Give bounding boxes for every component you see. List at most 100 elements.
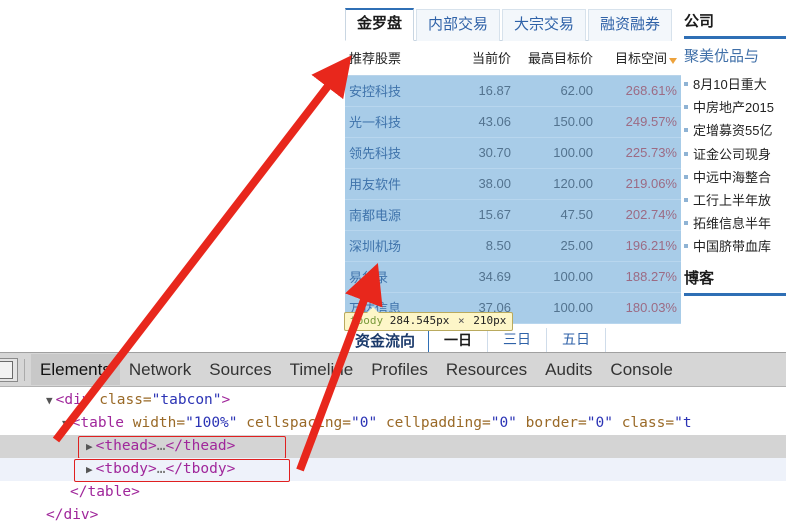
cell-stock-name[interactable]: 易华录 — [345, 261, 441, 293]
table-attr-border-value: "0" — [586, 415, 613, 431]
web-page-area: 金罗盘 内部交易 大宗交易 融资融券 推荐股票 当前价 最高目标价 目标空间 安… — [0, 0, 786, 352]
sidebar-news-item-label: 定增募资55亿 — [693, 123, 773, 139]
dom-line-thead[interactable]: ▶ <thead>…</thead> — [0, 435, 786, 459]
tab-rongzirongquan[interactable]: 融资融券 — [588, 9, 673, 41]
thead-highlight-box — [78, 436, 286, 459]
size-tooltip-height: 210px — [473, 314, 507, 327]
table-tag-open: <table — [71, 415, 133, 431]
column-header-target-price[interactable]: 最高目标价 — [515, 41, 597, 76]
cell-stock-name[interactable]: 用友软件 — [345, 168, 441, 200]
cell-target-price: 120.00 — [515, 168, 597, 200]
cell-current-price: 43.06 — [441, 106, 515, 138]
flow-tab-one-day[interactable]: 一日 — [428, 328, 489, 352]
dom-line-div-open[interactable]: ▼ <div class="tabcon"> — [0, 389, 786, 412]
sidebar-divider-2 — [684, 292, 786, 296]
table-row[interactable]: 南都电源 15.67 47.50 202.74% — [345, 199, 681, 231]
sidebar-news-item-label: 中远中海整合 — [693, 169, 772, 185]
twisty-expanded-icon[interactable]: ▼ — [46, 394, 53, 407]
column-header-price[interactable]: 当前价 — [441, 41, 515, 76]
sidebar-news-item[interactable]: 中房地产2015 — [684, 96, 786, 119]
fund-flow-title: 资金流向 — [355, 333, 416, 350]
recommended-stocks-table: 推荐股票 当前价 最高目标价 目标空间 安控科技 16.87 62.00 268.61… — [345, 41, 681, 324]
devtools-tab-elements[interactable]: Elements — [31, 354, 120, 385]
sidebar-news-item[interactable]: 拓维信息半年 — [684, 212, 786, 235]
devtools-tab-resources[interactable]: Resources — [437, 354, 536, 385]
sidebar-news-item[interactable]: 中远中海整合 — [684, 166, 786, 189]
cell-target-space: 196.21% — [597, 230, 681, 262]
cell-target-space: 219.06% — [597, 168, 681, 200]
flow-tab-three-day[interactable]: 三日 — [487, 328, 548, 352]
cell-current-price: 16.87 — [441, 75, 515, 107]
table-row[interactable]: 领先科技 30.70 100.00 225.73% — [345, 137, 681, 169]
cell-stock-name[interactable]: 南都电源 — [345, 199, 441, 231]
sidebar-news-item[interactable]: 定增募资55亿 — [684, 119, 786, 142]
cell-target-space: 180.03% — [597, 292, 681, 324]
column-header-stock[interactable]: 推荐股票 — [345, 41, 441, 76]
devtools-panel: Elements Network Sources Timeline Profil… — [0, 352, 786, 523]
table-row[interactable]: 安控科技 16.87 62.00 268.61% — [345, 75, 681, 107]
cell-target-space: 188.27% — [597, 261, 681, 293]
cell-current-price: 38.00 — [441, 168, 515, 200]
sidebar-news-item-label: 证金公司现身 — [693, 146, 772, 162]
table-header-row: 推荐股票 当前价 最高目标价 目标空间 — [345, 41, 681, 76]
div-tag-open: <div — [55, 392, 100, 408]
devtools-tab-console[interactable]: Console — [601, 354, 681, 385]
sidebar-news-item[interactable]: 工行上半年放 — [684, 189, 786, 212]
devtools-tab-audits[interactable]: Audits — [536, 354, 601, 385]
cell-stock-name[interactable]: 深圳机场 — [345, 230, 441, 262]
devtools-tab-timeline[interactable]: Timeline — [281, 354, 363, 385]
dom-line-table[interactable]: ▼ <table width="100%" cellspacing="0" cel… — [0, 412, 786, 435]
size-tooltip-tag: tbody — [350, 314, 384, 327]
inspect-element-icon[interactable] — [0, 357, 18, 382]
div-class-attr-value: "tabcon" — [151, 392, 222, 408]
sidebar-news-list: 8月10日重大 中房地产2015 定增募资55亿 证金公司现身 中远中海整合 工行上半年放… — [684, 73, 786, 259]
table-row[interactable]: 易华录 34.69 100.00 188.27% — [345, 261, 681, 293]
sidebar-news-item-label: 8月10日重大 — [693, 77, 767, 92]
table-closing-tag: </table> — [70, 484, 140, 500]
sidebar-news-item-label: 中房地产2015 — [693, 100, 774, 116]
tab-neibujiaoyi[interactable]: 内部交易 — [416, 9, 501, 41]
table-attr-border-name: border= — [525, 415, 587, 431]
flow-tab-five-day[interactable]: 五日 — [546, 328, 607, 352]
devtools-size-tooltip: tbody 284.545px × 210px — [344, 307, 514, 331]
twisty-expanded-icon-table[interactable]: ▼ — [62, 417, 69, 430]
cell-stock-name[interactable]: 领先科技 — [345, 137, 441, 169]
devtools-tab-network[interactable]: Network — [120, 354, 200, 385]
sidebar-news-item[interactable]: 8月10日重大 — [684, 73, 786, 96]
cell-current-price: 8.50 — [441, 230, 515, 262]
dom-line-tbody[interactable]: ▶ <tbody>…</tbody> — [0, 458, 786, 482]
table-row[interactable]: 深圳机场 8.50 25.00 196.21% — [345, 230, 681, 262]
table-row[interactable]: 光一科技 43.06 150.00 249.57% — [345, 106, 681, 138]
column-header-target-space[interactable]: 目标空间 — [597, 41, 681, 76]
cell-target-space: 202.74% — [597, 199, 681, 231]
sidebar-heading-company: 公司 — [684, 13, 715, 30]
table-attr-cellpadding-value: "0" — [490, 415, 517, 431]
cell-target-price: 150.00 — [515, 106, 597, 138]
cell-current-price: 15.67 — [441, 199, 515, 231]
bullet-icon — [684, 198, 688, 203]
table-body: 安控科技 16.87 62.00 268.61% 光一科技 43.06 150.00 249.… — [345, 75, 681, 324]
dom-line-table-close[interactable]: </table> — [0, 481, 786, 504]
sidebar-news-item[interactable]: 中国脐带血库 — [684, 235, 786, 258]
tab-jinluopan[interactable]: 金罗盘 — [345, 8, 415, 41]
cell-stock-name[interactable]: 安控科技 — [345, 75, 441, 107]
size-tooltip-width: 284.545px — [389, 314, 450, 327]
table-head: 推荐股票 当前价 最高目标价 目标空间 — [345, 41, 681, 76]
cell-target-price: 62.00 — [515, 75, 597, 107]
sidebar-news-item[interactable]: 证金公司现身 — [684, 143, 786, 166]
bullet-icon — [684, 174, 688, 179]
bullet-icon — [684, 221, 688, 226]
table-attr-cellspacing-value: "0" — [351, 415, 378, 431]
cell-target-space: 268.61% — [597, 75, 681, 107]
cell-stock-name[interactable]: 光一科技 — [345, 106, 441, 138]
dom-line-div-close[interactable]: </div> — [0, 504, 786, 527]
tab-dazongjiaoyi[interactable]: 大宗交易 — [502, 9, 587, 41]
sort-descending-icon[interactable] — [669, 58, 677, 64]
sidebar-lead-link[interactable]: 聚美优品与 — [684, 45, 786, 69]
sidebar-news-item-label: 拓维信息半年 — [693, 216, 772, 232]
devtools-tab-profiles[interactable]: Profiles — [362, 354, 437, 385]
devtools-tab-sources[interactable]: Sources — [200, 354, 280, 385]
sidebar-news-item-label: 工行上半年放 — [693, 193, 772, 209]
table-attr-width-name: width= — [132, 415, 186, 431]
table-row[interactable]: 用友软件 38.00 120.00 219.06% — [345, 168, 681, 200]
